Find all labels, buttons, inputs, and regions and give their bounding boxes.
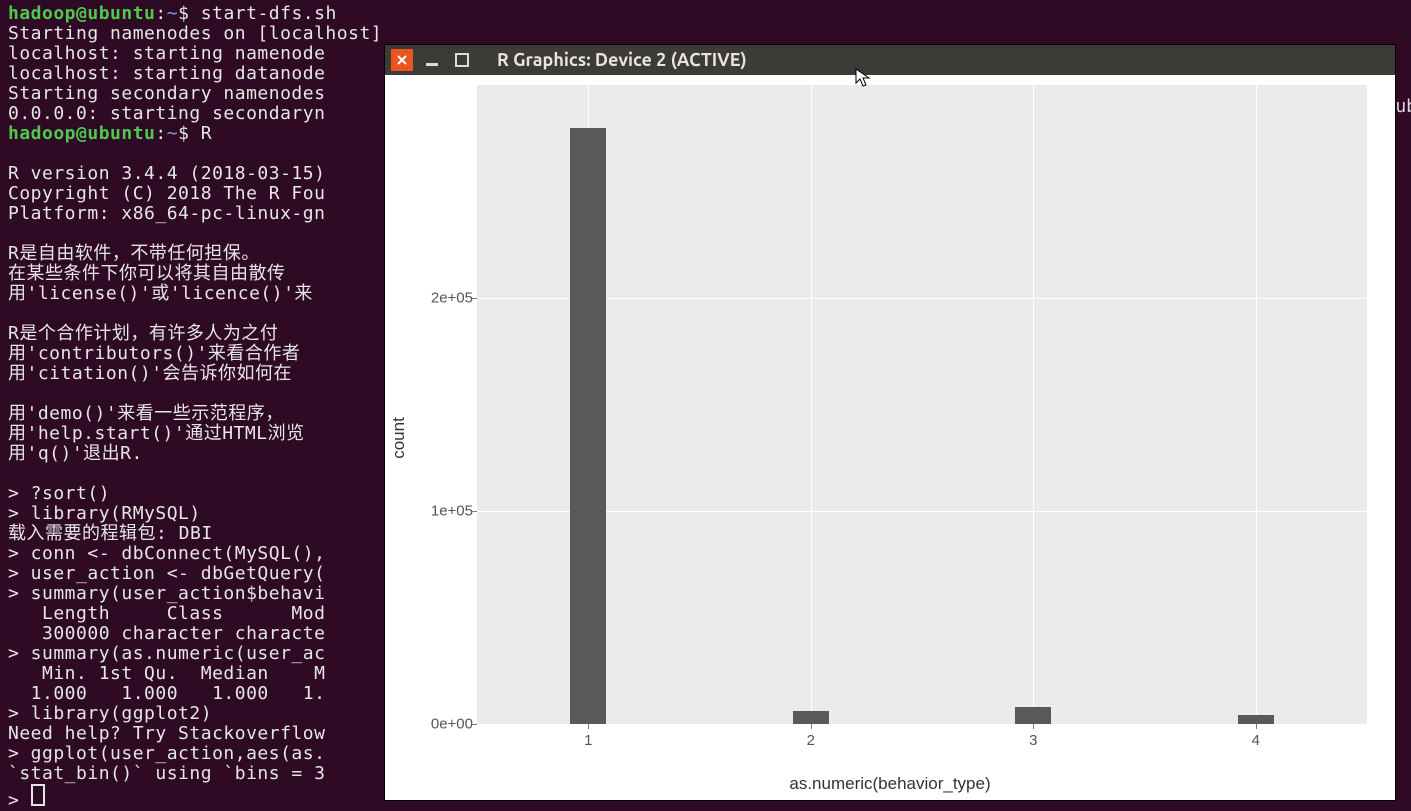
close-icon[interactable] (391, 49, 413, 71)
terminal-line: Starting namenodes on [localhost] (8, 24, 1411, 44)
y-tick-label: 0e+00 (431, 716, 473, 733)
x-tick-label: 2 (807, 732, 815, 749)
chart-bar (793, 711, 829, 724)
y-tick-label: 1e+05 (431, 503, 473, 520)
terminal-line: hadoop@ubuntu:~$ start-dfs.sh (8, 4, 1411, 24)
chart-bar (1238, 715, 1274, 724)
plot-panel (477, 85, 1367, 724)
y-axis-label: count (389, 417, 409, 459)
x-tick-label: 3 (1029, 732, 1037, 749)
window-titlebar[interactable]: R Graphics: Device 2 (ACTIVE) (385, 45, 1395, 75)
window-title: R Graphics: Device 2 (ACTIVE) (497, 50, 747, 70)
minimize-icon[interactable] (421, 49, 443, 71)
maximize-icon[interactable] (451, 49, 473, 71)
x-tick-label: 1 (584, 732, 592, 749)
x-axis-label: as.numeric(behavior_type) (789, 774, 990, 794)
x-tick-label: 4 (1252, 732, 1260, 749)
chart-area: count as.numeric(behavior_type) 0e+00 1e+… (385, 75, 1395, 800)
r-graphics-window[interactable]: R Graphics: Device 2 (ACTIVE) count as.n… (384, 44, 1396, 801)
chart-bar (570, 128, 606, 724)
y-tick-label: 2e+05 (431, 290, 473, 307)
chart-bar (1015, 707, 1051, 724)
